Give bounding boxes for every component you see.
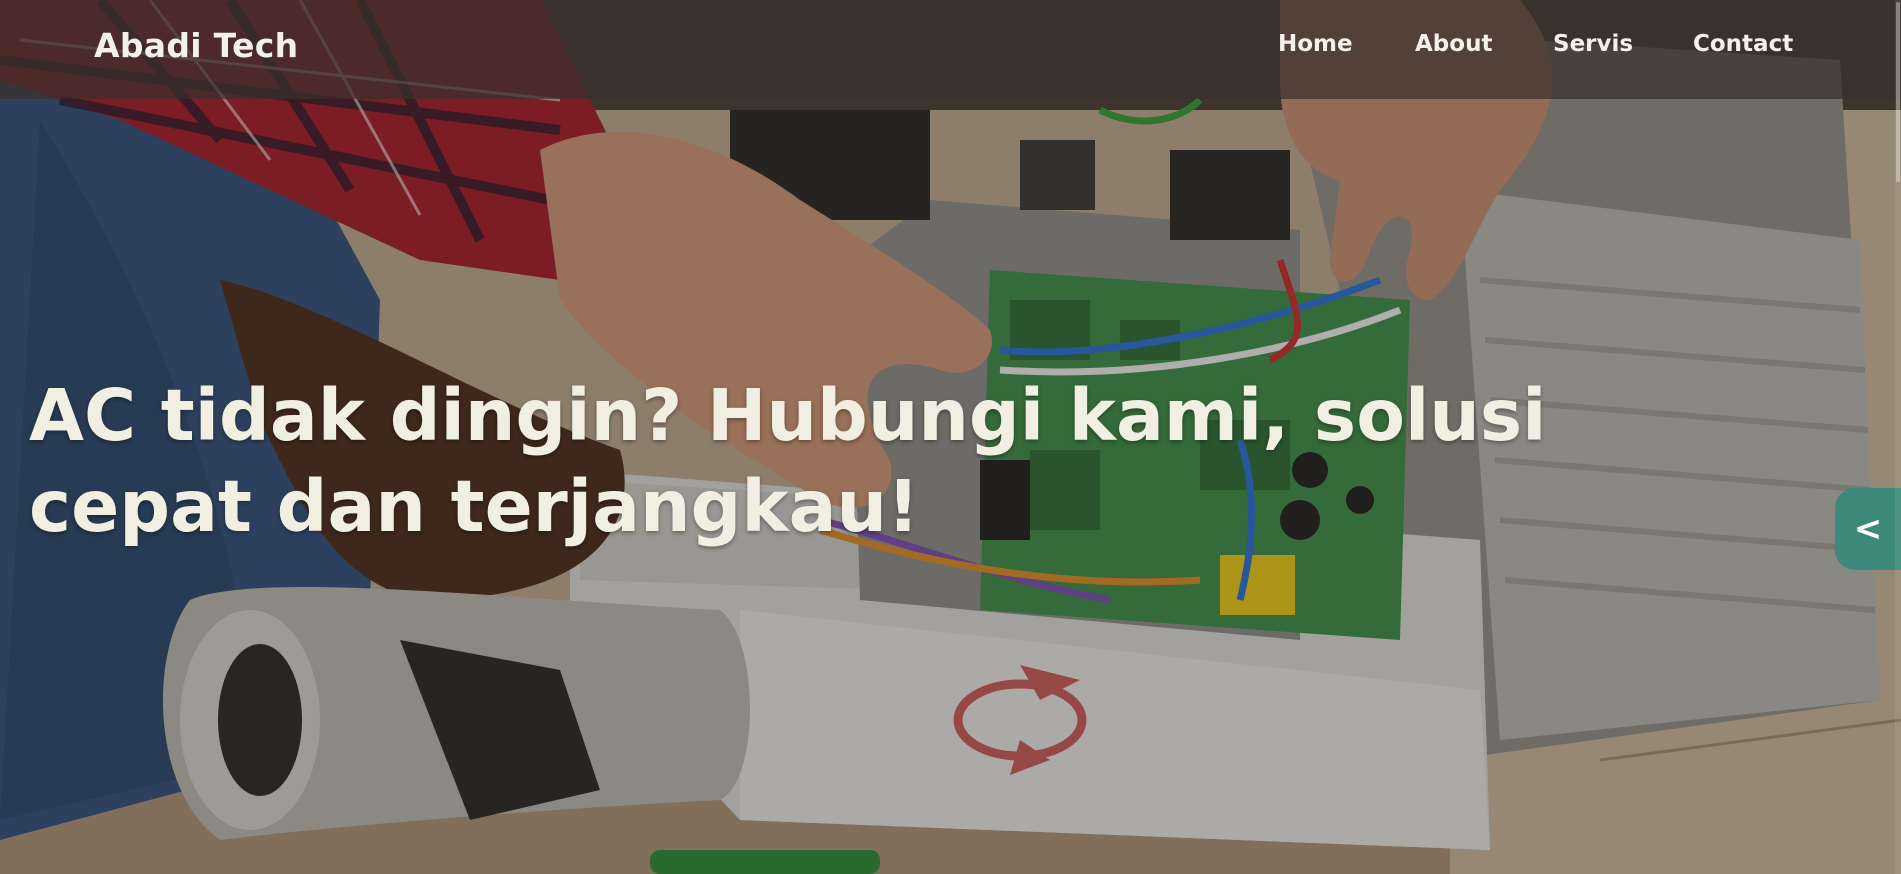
hero-section: Abadi Tech Home About Servis Contact AC …	[0, 0, 1901, 874]
scrollbar[interactable]	[1895, 0, 1901, 874]
scrollbar-thumb[interactable]	[1896, 2, 1900, 182]
brand-logo[interactable]: Abadi Tech	[94, 26, 298, 65]
hero-headline: AC tidak dingin? Hubungi kami, solusi ce…	[29, 374, 1547, 548]
top-navbar: Abadi Tech Home About Servis Contact	[0, 0, 1901, 99]
nav-link-home[interactable]: Home	[1278, 31, 1353, 57]
nav-link-contact[interactable]: Contact	[1693, 31, 1793, 57]
nav-link-servis[interactable]: Servis	[1553, 31, 1633, 57]
chevron-left-icon: <	[1853, 509, 1883, 549]
side-panel-toggle-button[interactable]: <	[1835, 488, 1901, 570]
nav-link-about[interactable]: About	[1415, 31, 1492, 57]
